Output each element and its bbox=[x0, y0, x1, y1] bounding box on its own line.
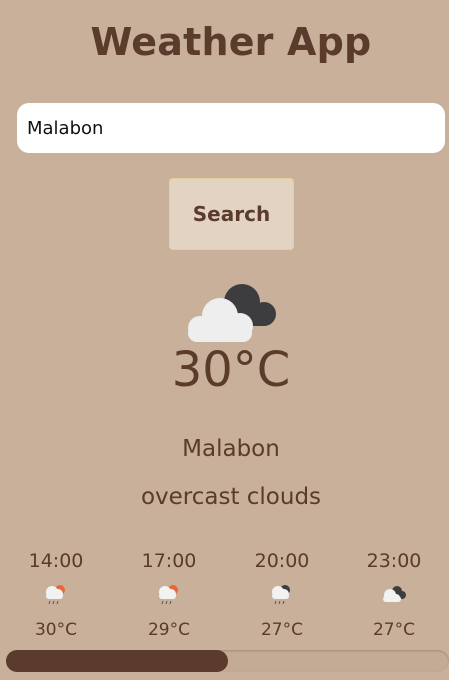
horizontal-scrollbar[interactable] bbox=[6, 650, 449, 672]
hourly-item: 17:00 29°C bbox=[113, 548, 225, 642]
hour-temperature: 30°C bbox=[34, 620, 77, 640]
rain-cloud-sun-icon bbox=[159, 585, 178, 605]
city-search-input[interactable] bbox=[17, 103, 445, 153]
hour-time: 14:00 bbox=[28, 550, 84, 572]
weather-description: overcast clouds bbox=[140, 484, 322, 510]
rain-cloud-dark-icon bbox=[272, 585, 290, 605]
hourly-item: 14:00 30°C bbox=[0, 548, 112, 642]
app-title: Weather App bbox=[90, 20, 372, 64]
hour-temperature: 29°C bbox=[147, 620, 190, 640]
hour-time: 17:00 bbox=[141, 550, 197, 572]
search-button[interactable]: Search bbox=[169, 178, 294, 250]
hourly-item: 23:00 27°C bbox=[338, 548, 449, 642]
hour-time: 23:00 bbox=[366, 550, 422, 572]
hourly-item: 20:00 27°C bbox=[226, 548, 338, 642]
overcast-clouds-icon bbox=[188, 284, 276, 342]
hour-temperature: 27°C bbox=[260, 620, 303, 640]
hour-temperature: 27°C bbox=[372, 620, 415, 640]
scrollbar-thumb[interactable] bbox=[6, 650, 228, 672]
hour-time: 20:00 bbox=[254, 550, 310, 572]
overcast-clouds-icon bbox=[383, 586, 406, 602]
current-temperature: 30°C bbox=[171, 342, 291, 398]
rain-cloud-sun-icon bbox=[46, 585, 65, 605]
hourly-forecast: 14:00 30°C 17:00 29°C 20:00 27°C 23:00 2… bbox=[0, 548, 449, 648]
city-name: Malabon bbox=[182, 436, 280, 462]
